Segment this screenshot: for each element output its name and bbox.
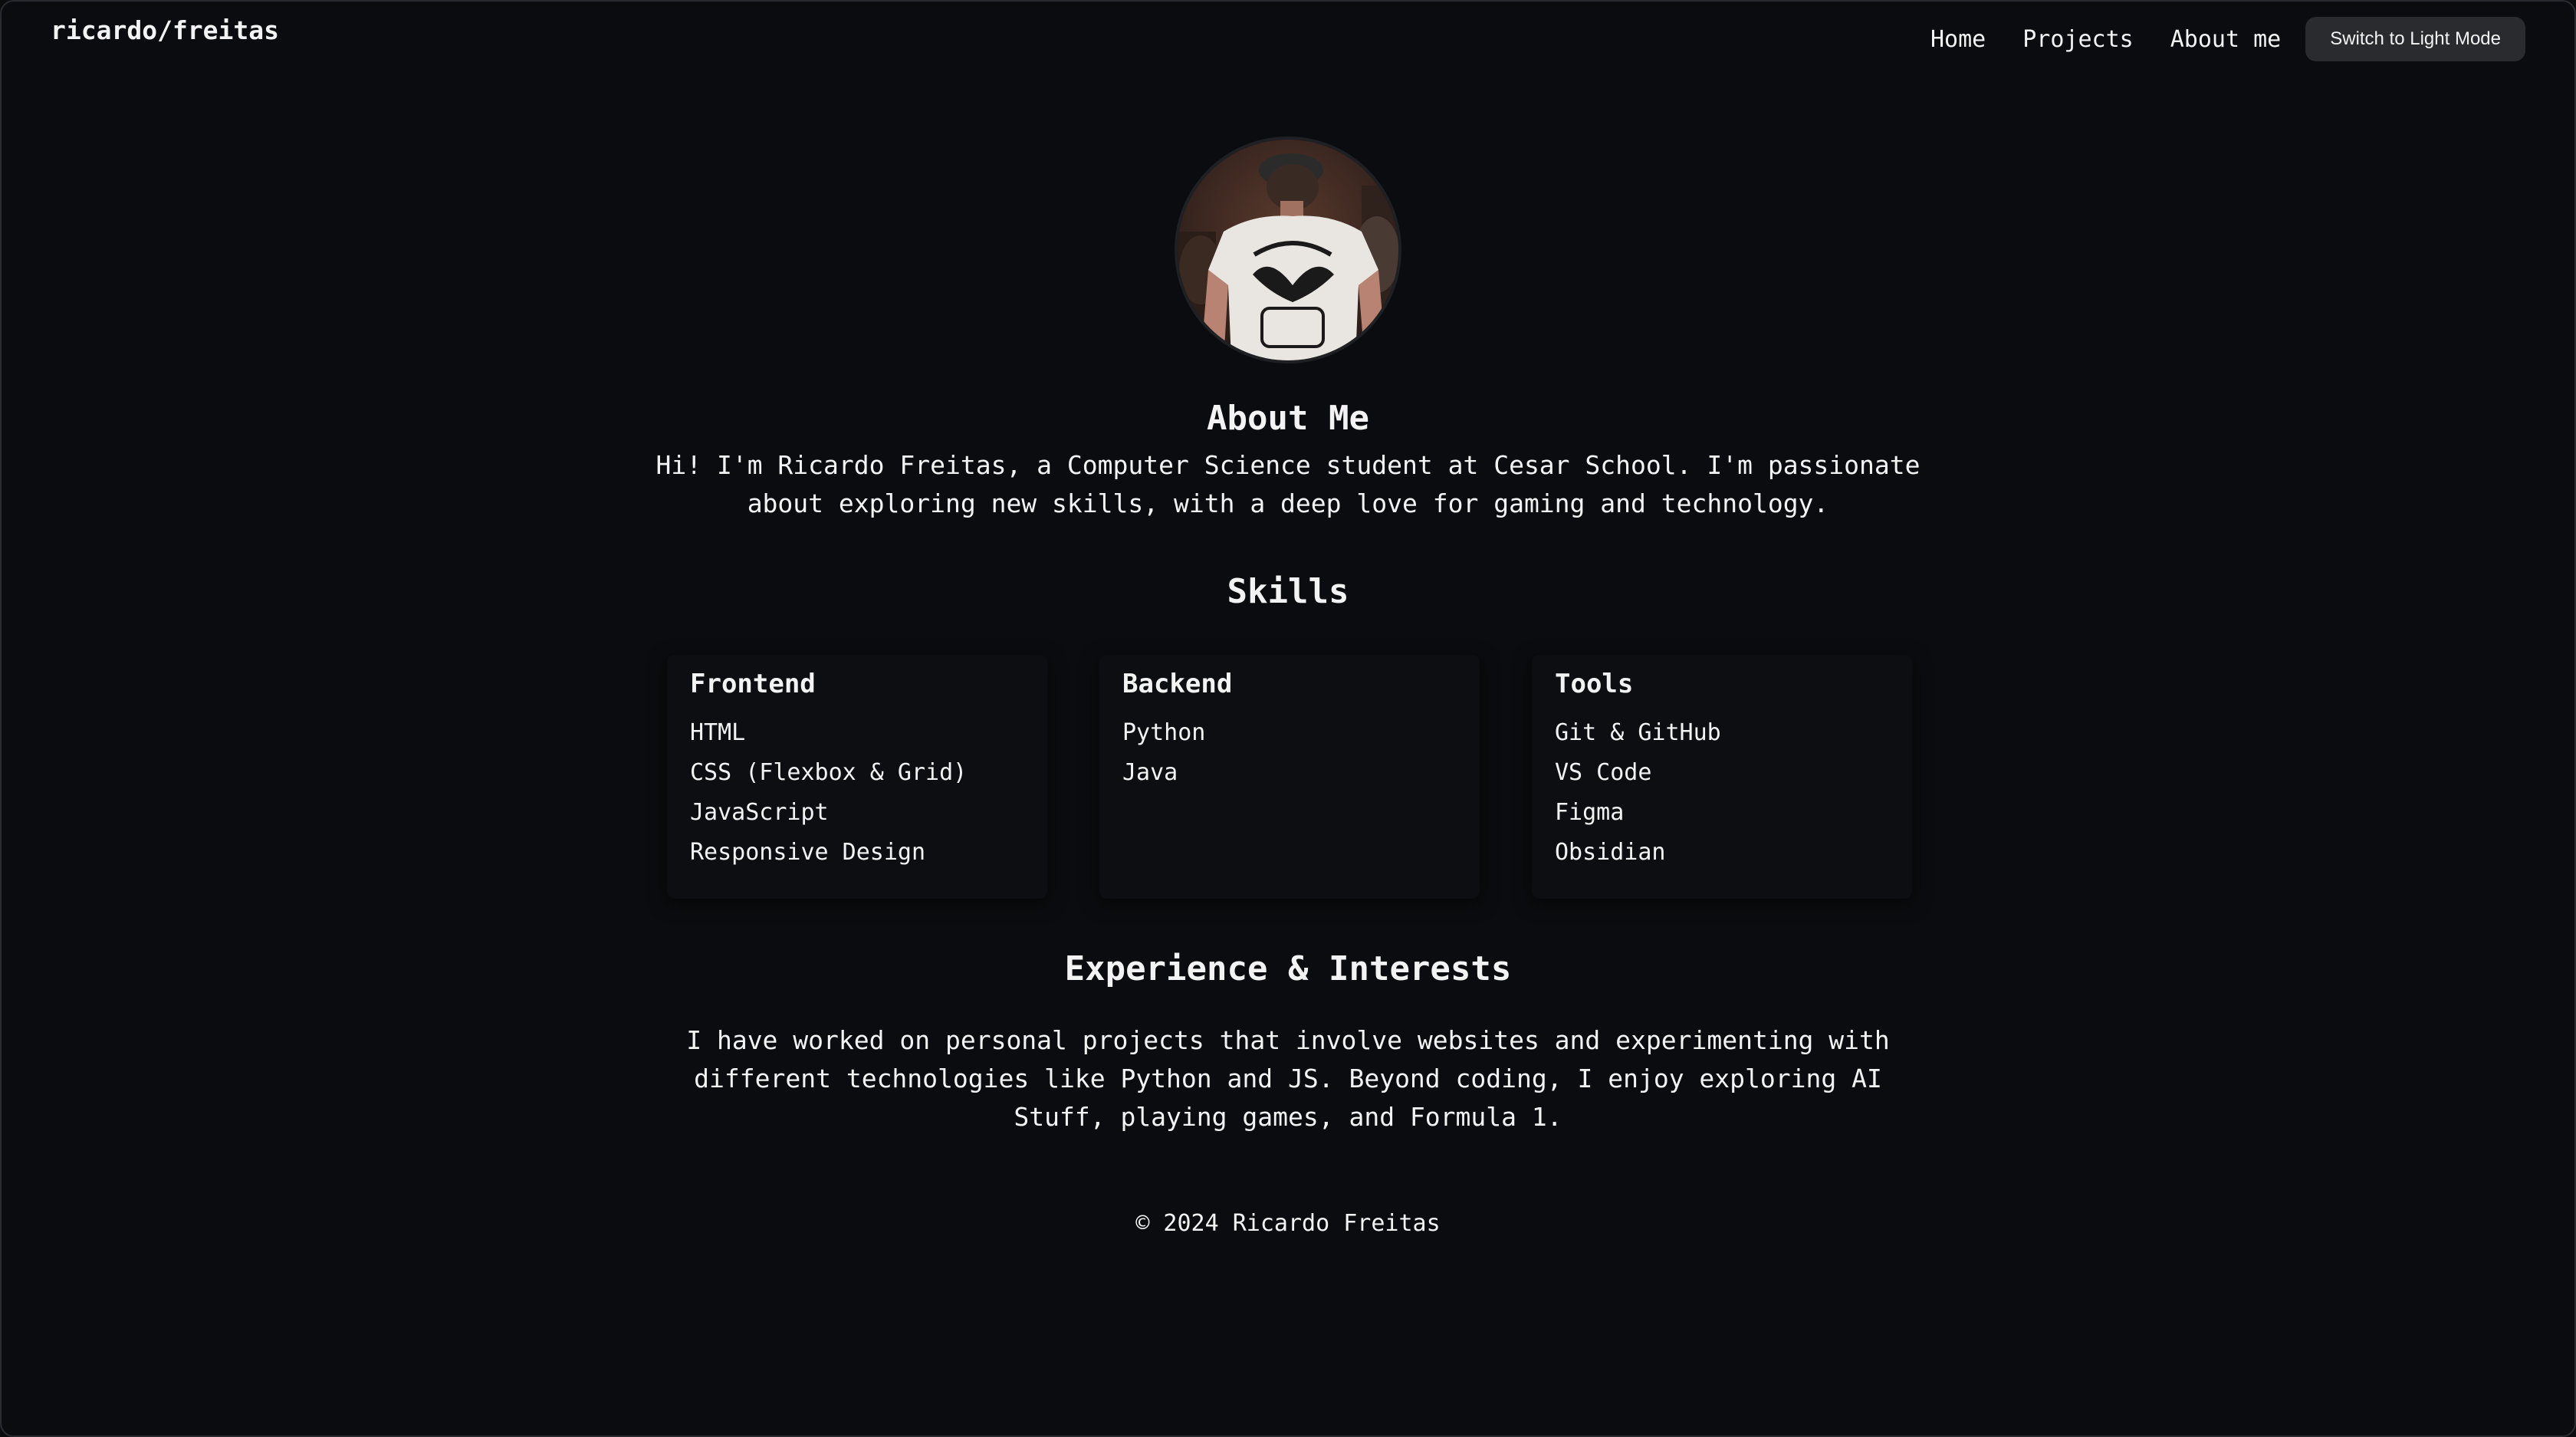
main-nav: Home Projects About me Switch to Light M… bbox=[1930, 15, 2525, 63]
skill-item: JavaScript bbox=[690, 799, 829, 826]
skill-item: Java bbox=[1122, 759, 1178, 786]
skill-item: HTML bbox=[690, 719, 746, 746]
skill-list: HTML CSS (Flexbox & Grid) JavaScript Res… bbox=[690, 713, 1047, 873]
skill-category-title: Tools bbox=[1555, 669, 1634, 699]
skill-list: Git & GitHub VS Code Figma Obsidian bbox=[1555, 713, 1912, 873]
skill-item: Python bbox=[1122, 719, 1206, 746]
skill-card-frontend: Frontend HTML CSS (Flexbox & Grid) JavaS… bbox=[667, 655, 1047, 899]
nav-about-me[interactable]: About me bbox=[2170, 26, 2282, 53]
footer-copyright: © 2024 Ricardo Freitas bbox=[1135, 1210, 1441, 1237]
avatar bbox=[1175, 136, 1401, 363]
skill-category-title: Backend bbox=[1122, 669, 1233, 699]
about-text: Hi! I'm Ricardo Freitas, a Computer Scie… bbox=[656, 450, 1921, 518]
skill-category-title: Frontend bbox=[690, 669, 816, 699]
skill-item: Figma bbox=[1555, 799, 1625, 826]
skill-item: CSS (Flexbox & Grid) bbox=[690, 759, 968, 786]
experience-text: I have worked on personal projects that … bbox=[686, 1025, 1890, 1132]
site-logo[interactable]: ricardo/freitas bbox=[51, 15, 279, 45]
skill-card-tools: Tools Git & GitHub VS Code Figma Obsidia… bbox=[1532, 655, 1912, 899]
page-frame: ricardo/freitas Home Projects About me S… bbox=[0, 0, 2576, 1437]
profile-photo bbox=[1178, 140, 1398, 360]
skill-list: Python Java bbox=[1122, 713, 1480, 793]
about-heading: About Me bbox=[1207, 399, 1369, 438]
experience-heading: Experience & Interests bbox=[1064, 949, 1512, 988]
skill-item: VS Code bbox=[1555, 759, 1652, 786]
skill-item: Git & GitHub bbox=[1555, 719, 1721, 746]
skill-item: Obsidian bbox=[1555, 839, 1666, 866]
nav-projects[interactable]: Projects bbox=[2022, 26, 2134, 53]
skill-item: Responsive Design bbox=[690, 839, 926, 866]
skills-heading: Skills bbox=[1227, 572, 1349, 611]
skill-card-backend: Backend Python Java bbox=[1099, 655, 1480, 899]
nav-home[interactable]: Home bbox=[1930, 26, 1986, 53]
theme-toggle-button[interactable]: Switch to Light Mode bbox=[2305, 17, 2525, 61]
